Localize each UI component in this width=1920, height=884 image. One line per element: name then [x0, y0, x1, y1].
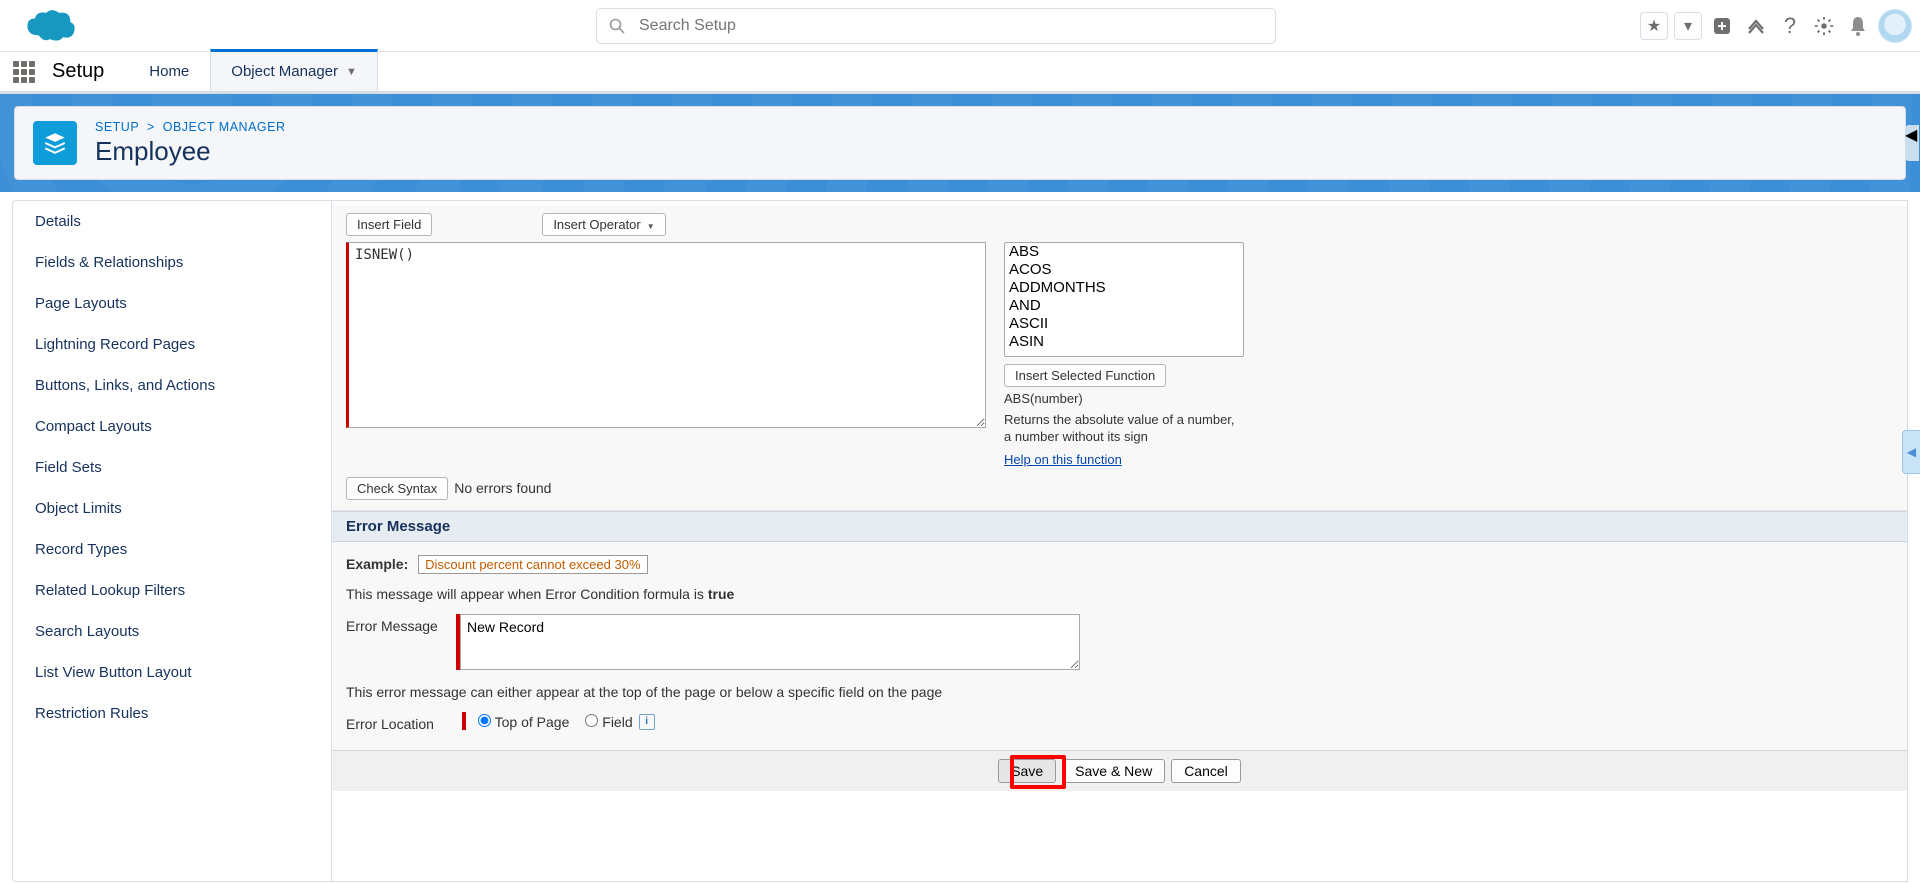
- sidebar-item-object-limits[interactable]: Object Limits: [13, 488, 331, 529]
- radio-top-of-page[interactable]: [478, 714, 491, 727]
- button-bar: Save Save & New Cancel: [332, 750, 1907, 791]
- error-location-field[interactable]: Field: [585, 714, 632, 730]
- function-description: Returns the absolute value of a number, …: [1004, 412, 1244, 446]
- app-name: Setup: [48, 52, 128, 91]
- global-search[interactable]: [596, 8, 1276, 44]
- help-on-function-link[interactable]: Help on this function: [1004, 452, 1122, 467]
- error-note-2: This error message can either appear at …: [346, 684, 1893, 700]
- insert-selected-function-button[interactable]: Insert Selected Function: [1004, 364, 1166, 387]
- example-text: Discount percent cannot exceed 30%: [418, 555, 647, 574]
- page-title: Employee: [95, 136, 286, 167]
- tab-object-manager[interactable]: Object Manager ▼: [210, 49, 378, 91]
- sidebar-item-compact-layouts[interactable]: Compact Layouts: [13, 406, 331, 447]
- cancel-button[interactable]: Cancel: [1171, 759, 1241, 783]
- error-message-section-header: Error Message: [332, 511, 1907, 542]
- sidebar-item-related-lookup[interactable]: Related Lookup Filters: [13, 570, 331, 611]
- sidebar-item-restriction-rules[interactable]: Restriction Rules: [13, 693, 331, 734]
- header-utility-icons: ★ ▾ ?: [1640, 9, 1912, 43]
- save-button[interactable]: Save: [998, 759, 1056, 783]
- sidebar-item-field-sets[interactable]: Field Sets: [13, 447, 331, 488]
- required-indicator: [462, 712, 466, 730]
- check-syntax-button[interactable]: Check Syntax: [346, 477, 448, 500]
- sidebar-item-buttons-links[interactable]: Buttons, Links, and Actions: [13, 365, 331, 406]
- setup-gear-icon[interactable]: [1810, 12, 1838, 40]
- chevron-down-icon[interactable]: ▼: [346, 66, 357, 78]
- page-header: SETUP > OBJECT MANAGER Employee ◀: [14, 106, 1906, 180]
- error-location-label: Error Location: [346, 712, 456, 732]
- insert-field-button[interactable]: Insert Field: [346, 213, 432, 236]
- sidebar-item-details[interactable]: Details: [13, 201, 331, 242]
- example-label: Example:: [346, 556, 408, 572]
- error-location-top[interactable]: Top of Page: [478, 714, 569, 730]
- favorite-icon[interactable]: ★: [1640, 12, 1668, 40]
- app-launcher-icon[interactable]: [0, 52, 48, 91]
- user-avatar[interactable]: [1878, 9, 1912, 43]
- breadcrumb: SETUP > OBJECT MANAGER: [95, 120, 286, 134]
- error-message-label: Error Message: [346, 614, 456, 634]
- tab-home[interactable]: Home: [128, 52, 210, 91]
- save-and-new-button[interactable]: Save & New: [1062, 759, 1165, 783]
- global-header: ★ ▾ ?: [0, 0, 1920, 52]
- right-expand-tab[interactable]: ◀: [1902, 430, 1920, 474]
- search-icon: [609, 18, 625, 34]
- formula-textarea[interactable]: ISNEW(): [346, 242, 986, 428]
- sidebar-item-page-layouts[interactable]: Page Layouts: [13, 283, 331, 324]
- insert-operator-button[interactable]: Insert Operator: [542, 213, 665, 236]
- add-icon[interactable]: [1708, 12, 1736, 40]
- favorite-dropdown-icon[interactable]: ▾: [1674, 12, 1702, 40]
- function-signature: ABS(number): [1004, 391, 1244, 408]
- object-nav-sidebar: Details Fields & Relationships Page Layo…: [12, 200, 332, 882]
- context-bar: Setup Home Object Manager ▼: [0, 52, 1920, 94]
- search-input[interactable]: [639, 17, 1263, 35]
- info-icon[interactable]: i: [639, 714, 655, 730]
- function-list[interactable]: ABS ACOS ADDMONTHS AND ASCII ASIN: [1004, 242, 1244, 357]
- syntax-result: No errors found: [454, 480, 551, 496]
- salesforce-logo: [20, 6, 76, 46]
- sidebar-item-record-types[interactable]: Record Types: [13, 529, 331, 570]
- help-icon[interactable]: ?: [1776, 12, 1804, 40]
- sidebar-item-search-layouts[interactable]: Search Layouts: [13, 611, 331, 652]
- salesforce-help-icon[interactable]: [1742, 12, 1770, 40]
- notifications-icon[interactable]: [1844, 12, 1872, 40]
- error-note-1: This message will appear when Error Cond…: [346, 586, 1893, 602]
- sidebar-item-lightning-pages[interactable]: Lightning Record Pages: [13, 324, 331, 365]
- page-header-band: SETUP > OBJECT MANAGER Employee ◀: [0, 94, 1920, 192]
- object-icon: [33, 121, 77, 165]
- expand-panel-tab[interactable]: ◀: [1905, 125, 1919, 161]
- breadcrumb-root[interactable]: SETUP: [95, 120, 139, 134]
- main-content: Insert Field Insert Operator ISNEW() ABS…: [332, 200, 1908, 882]
- breadcrumb-leaf[interactable]: OBJECT MANAGER: [163, 120, 286, 134]
- radio-field[interactable]: [585, 714, 598, 727]
- sidebar-item-list-view-button[interactable]: List View Button Layout: [13, 652, 331, 693]
- sidebar-item-fields[interactable]: Fields & Relationships: [13, 242, 331, 283]
- error-message-textarea[interactable]: New Record: [460, 614, 1080, 670]
